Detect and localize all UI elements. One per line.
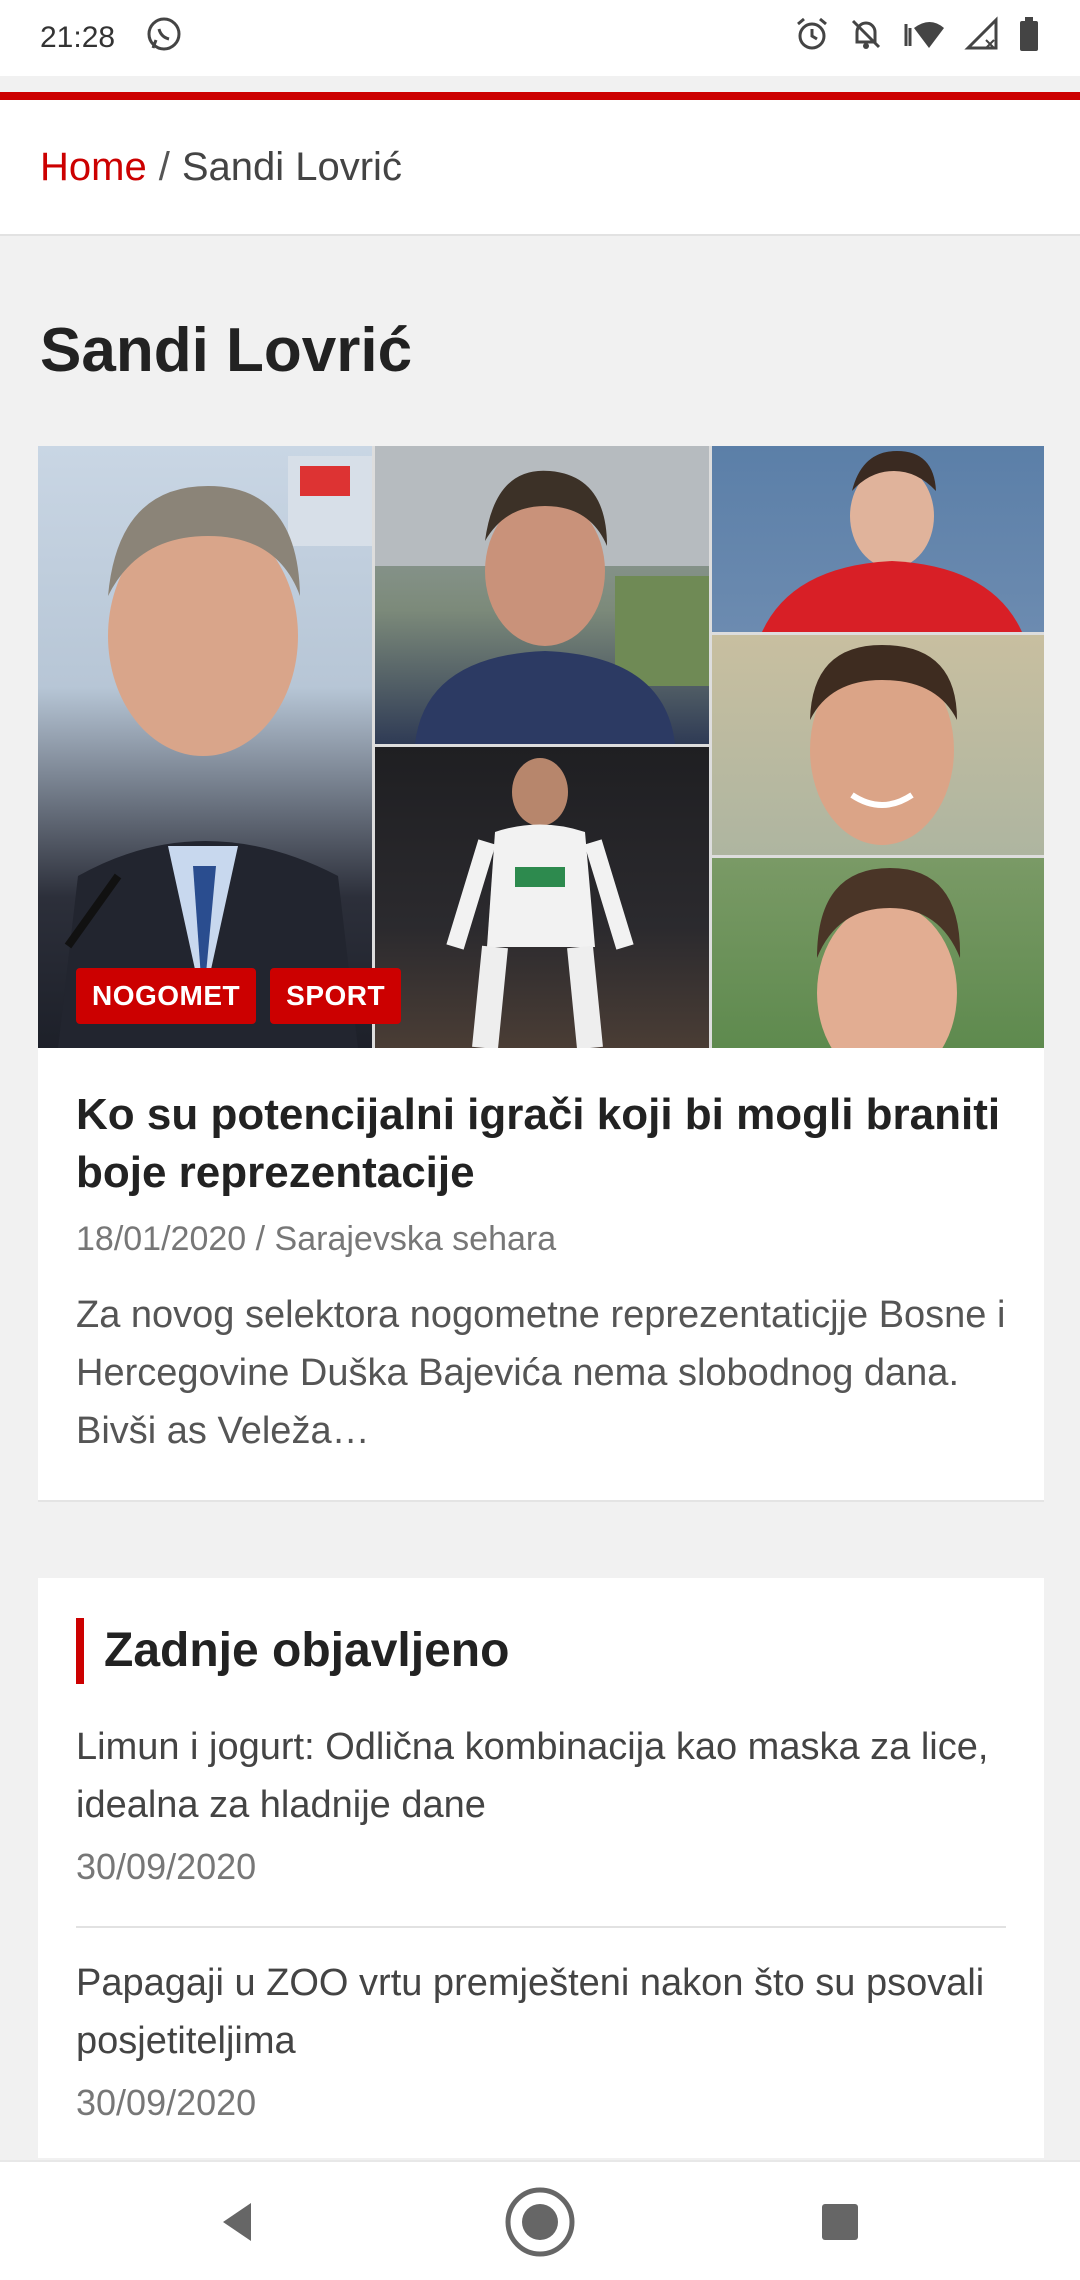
article-image[interactable]: NOGOMET SPORT	[38, 446, 1044, 1048]
collage-photo-4	[712, 446, 1044, 632]
collage-photo-3	[375, 747, 709, 1048]
collage-photo-6	[712, 858, 1044, 1048]
article-tags: NOGOMET SPORT	[76, 968, 402, 1024]
latest-item-title[interactable]: Papagaji u ZOO vrtu premješteni nakon št…	[76, 1954, 1006, 2070]
battery-icon	[1018, 16, 1040, 60]
article-card[interactable]: NOGOMET SPORT Ko su potencijalni igrači …	[38, 446, 1044, 1502]
recents-icon[interactable]	[800, 2182, 880, 2262]
signal-icon	[964, 16, 1000, 60]
whatsapp-icon	[145, 15, 183, 61]
latest-item-title[interactable]: Limun i jogurt: Odlična kombinacija kao …	[76, 1718, 1006, 1834]
status-bar: 21:28	[0, 0, 1080, 76]
list-divider	[76, 1926, 1006, 1928]
collage-photo-5	[712, 635, 1044, 855]
latest-item[interactable]: Limun i jogurt: Odlična kombinacija kao …	[76, 1718, 1006, 1888]
breadcrumb-separator: /	[158, 144, 170, 189]
article-author[interactable]: Sarajevska sehara	[275, 1220, 557, 1258]
latest-item-date: 30/09/2020	[76, 1846, 257, 1887]
wifi-icon	[902, 16, 946, 60]
breadcrumb-current: Sandi Lovrić	[181, 144, 402, 189]
article-title[interactable]: Ko su potencijalni igrači koji bi mogli …	[76, 1086, 1006, 1202]
system-nav-bar	[0, 2160, 1080, 2280]
article-excerpt: Za novog selektora nogometne reprezentat…	[76, 1294, 1006, 1452]
notifications-off-icon	[848, 16, 884, 60]
page-title: Sandi Lovrić	[40, 316, 413, 385]
home-icon[interactable]	[500, 2182, 580, 2262]
article-meta-separator: /	[255, 1220, 266, 1258]
widget-heading: Zadnje objavljeno	[76, 1618, 509, 1684]
article-meta: 18/01/2020 / Sarajevska sehara	[76, 1220, 556, 1259]
header-accent-line	[0, 92, 1080, 100]
collage-photo-1	[38, 446, 372, 1048]
latest-item-date: 30/09/2020	[76, 2082, 257, 2123]
tag-sport[interactable]: SPORT	[270, 968, 402, 1024]
breadcrumb-home-link[interactable]: Home	[40, 145, 147, 190]
breadcrumb: Home / Sandi Lovrić	[0, 100, 1080, 236]
latest-item[interactable]: Papagaji u ZOO vrtu premješteni nakon št…	[76, 1954, 1006, 2124]
latest-posts-widget: Zadnje objavljeno Limun i jogurt: Odličn…	[38, 1578, 1044, 2158]
tag-nogomet[interactable]: NOGOMET	[76, 968, 257, 1024]
status-time: 21:28	[40, 21, 116, 54]
collage-photo-2	[375, 446, 709, 744]
alarm-icon	[794, 16, 830, 60]
article-date: 18/01/2020	[76, 1220, 247, 1258]
back-icon[interactable]	[198, 2182, 278, 2262]
